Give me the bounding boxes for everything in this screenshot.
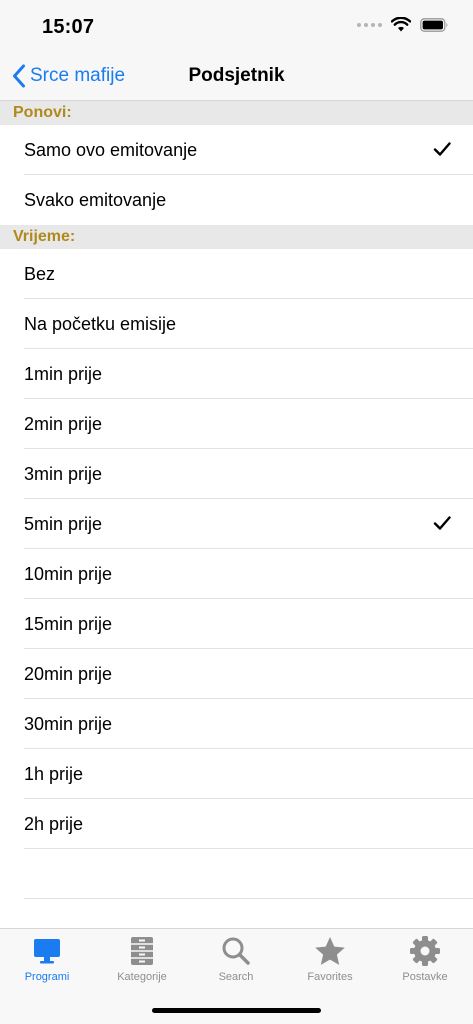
option-label: 20min prije xyxy=(24,663,113,684)
home-indicator xyxy=(152,1008,321,1013)
option-label: Na početku emisije xyxy=(24,313,177,334)
checkmark-icon xyxy=(433,516,451,530)
option-row[interactable]: 15min prije xyxy=(0,599,473,649)
option-row[interactable]: 2h prije xyxy=(0,799,473,849)
tab-label: Postavke xyxy=(402,971,448,983)
tab-label: Kategorije xyxy=(117,971,167,983)
option-row[interactable]: 5min prije xyxy=(0,499,473,549)
option-label: 10min prije xyxy=(24,563,113,584)
option-row[interactable]: 2min prije xyxy=(0,399,473,449)
tab-label: Programi xyxy=(24,971,70,983)
star-icon xyxy=(315,937,345,965)
tab-favorites[interactable]: Favorites xyxy=(283,935,377,989)
option-label: 1h prije xyxy=(24,763,84,784)
option-label: 3min prije xyxy=(24,463,103,484)
status-icons xyxy=(357,17,449,32)
empty-row xyxy=(0,849,473,899)
status-time: 15:07 xyxy=(42,16,95,38)
option-row[interactable]: Na početku emisije xyxy=(0,299,473,349)
option-row[interactable]: 20min prije xyxy=(0,649,473,699)
option-row[interactable]: 1h prije xyxy=(0,749,473,799)
option-row[interactable]: Bez xyxy=(0,249,473,299)
gear-icon xyxy=(410,936,440,966)
option-label: Samo ovo emitovanje xyxy=(24,139,198,160)
tab-postavke[interactable]: Postavke xyxy=(378,935,472,989)
tab-kategorije[interactable]: Kategorije xyxy=(95,935,189,989)
option-row[interactable]: 3min prije xyxy=(0,449,473,499)
navigation-bar: Srce mafije Podsjetnik xyxy=(0,50,473,101)
tab-programi[interactable]: Programi xyxy=(0,935,94,989)
option-row[interactable]: 1min prije xyxy=(0,349,473,399)
search-icon xyxy=(222,937,250,965)
cabinet-icon xyxy=(131,937,153,965)
option-row[interactable]: Samo ovo emitovanje xyxy=(0,125,473,175)
option-label: Svako emitovanje xyxy=(24,189,167,210)
option-label: 5min prije xyxy=(24,513,103,534)
section-header-repeat: Ponovi: xyxy=(0,101,473,125)
tab-label: Favorites xyxy=(307,971,353,983)
signal-icon xyxy=(357,22,382,27)
option-label: 2h prije xyxy=(24,813,84,834)
wifi-icon xyxy=(391,17,411,32)
option-label: 15min prije xyxy=(24,613,113,634)
option-label: 1min prije xyxy=(24,363,103,384)
battery-icon xyxy=(420,17,448,32)
option-label: Bez xyxy=(24,263,56,284)
status-bar: 15:07 xyxy=(0,0,473,50)
monitor-icon xyxy=(34,939,60,964)
option-row[interactable]: 10min prije xyxy=(0,549,473,599)
option-label: 30min prije xyxy=(24,713,113,734)
tab-label: Search xyxy=(218,971,254,983)
page-title: Podsjetnik xyxy=(188,65,285,86)
reminder-settings-list: Ponovi: Samo ovo emitovanje Svako emitov… xyxy=(0,101,473,899)
option-label: 2min prije xyxy=(24,413,103,434)
section-header-time: Vrijeme: xyxy=(0,225,473,249)
option-row[interactable]: Svako emitovanje xyxy=(0,175,473,225)
checkmark-icon xyxy=(433,142,451,156)
option-row[interactable]: 30min prije xyxy=(0,699,473,749)
tab-search[interactable]: Search xyxy=(189,935,283,989)
